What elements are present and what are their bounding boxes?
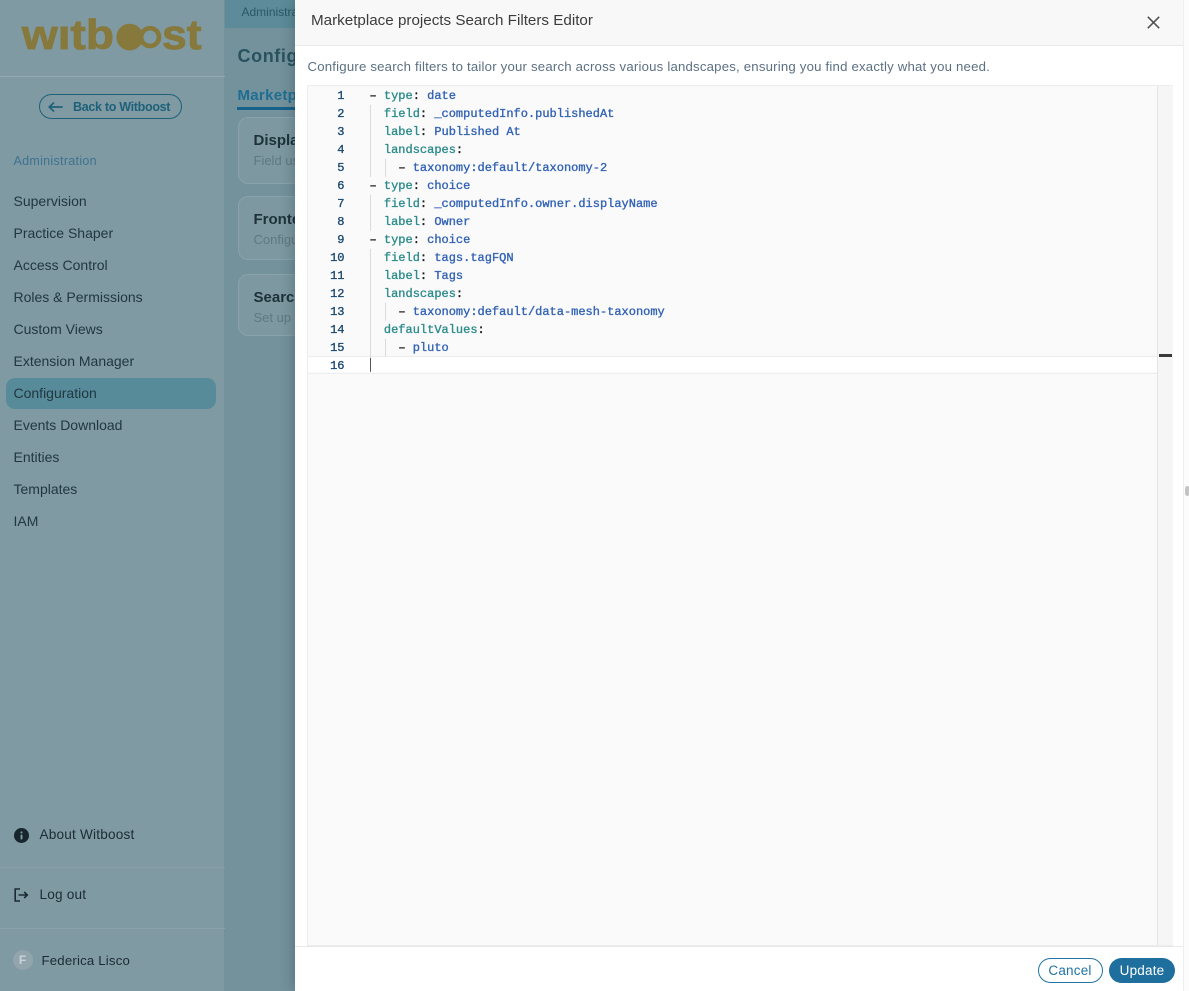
svg-text:wıtb: wıtb (21, 16, 114, 58)
svg-text:st: st (162, 16, 202, 58)
